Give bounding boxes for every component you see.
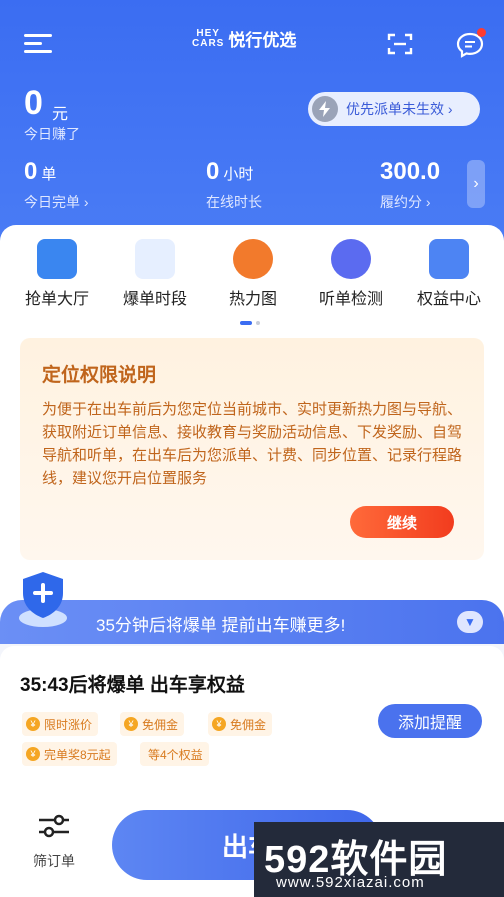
grab-order-icon bbox=[37, 239, 77, 279]
tools-panel: 抢单大厅 爆单时段 热力图 听单检测 权益中心 定位权限说明 为便于在出车前后为… bbox=[0, 225, 504, 625]
brand-logo: HEY CARS bbox=[192, 27, 225, 49]
priority-dispatch-button[interactable]: 优先派单未生效 › bbox=[308, 92, 480, 126]
unread-dot bbox=[477, 28, 486, 37]
chevron-right-icon[interactable]: › bbox=[467, 160, 485, 208]
tool-benefits[interactable]: 权益中心 bbox=[404, 239, 494, 309]
filter-orders-button[interactable]: 筛订单 bbox=[26, 814, 82, 871]
stat-online-hours: 0 小时 在线时长 bbox=[206, 158, 262, 210]
notice-title: 定位权限说明 bbox=[42, 365, 157, 386]
card-title: 35:43后将爆单 出车享权益 bbox=[20, 675, 245, 696]
fire-icon bbox=[233, 239, 273, 279]
lightning-icon bbox=[312, 96, 338, 122]
filter-icon bbox=[39, 814, 69, 838]
menu-icon[interactable] bbox=[24, 34, 52, 54]
wave-icon bbox=[331, 239, 371, 279]
watermark: 592软件园 www.592xiazai.com bbox=[254, 822, 504, 897]
tool-order-detect[interactable]: 听单检测 bbox=[306, 239, 396, 309]
benefit-tag: ¥ 完单奖8元起 bbox=[22, 742, 117, 766]
banner-text: 35分钟后将爆单 提前出车赚更多! bbox=[96, 616, 346, 635]
today-earn-value: 0 bbox=[24, 84, 43, 122]
crown-icon bbox=[429, 239, 469, 279]
continue-button[interactable]: 继续 bbox=[350, 506, 454, 538]
coin-icon: ¥ bbox=[26, 747, 40, 761]
location-permission-notice: 定位权限说明 为便于在出车前后为您定位当前城市、实时更新热力图与导航、获取附近订… bbox=[20, 338, 484, 560]
coin-icon: ¥ bbox=[212, 717, 226, 731]
priority-text: 优先派单未生效 › bbox=[346, 101, 453, 117]
notice-body: 为便于在出车前后为您定位当前城市、实时更新热力图与导航、获取附近订单信息、接收教… bbox=[42, 401, 463, 487]
brand: HEY CARS 悦行优选 bbox=[192, 26, 296, 51]
shield-icon[interactable] bbox=[10, 566, 76, 632]
watermark-url: www.592xiazai.com bbox=[276, 874, 425, 891]
benefit-tag: ¥ 免佣金 bbox=[208, 712, 273, 736]
chevron-down-icon[interactable]: ▼ bbox=[457, 611, 483, 633]
today-earn-label: 今日赚了 bbox=[24, 126, 80, 142]
benefit-tag-more[interactable]: 等4个权益 bbox=[140, 742, 209, 766]
tool-peak-hours[interactable]: 爆单时段 bbox=[110, 239, 200, 309]
scan-icon[interactable] bbox=[387, 32, 413, 56]
stat-performance-score[interactable]: 300.0 履约分 › bbox=[380, 158, 444, 212]
coin-icon: ¥ bbox=[124, 717, 138, 731]
tool-grab-order[interactable]: 抢单大厅 bbox=[12, 239, 102, 309]
brand-name: 悦行优选 bbox=[228, 31, 297, 50]
coin-icon: ¥ bbox=[26, 717, 40, 731]
benefit-tag: ¥ 免佣金 bbox=[120, 712, 185, 736]
today-earn-unit: 元 bbox=[52, 106, 69, 123]
page-indicator bbox=[240, 321, 260, 325]
add-reminder-button[interactable]: 添加提醒 bbox=[378, 704, 482, 738]
weather-icon bbox=[135, 239, 175, 279]
stat-completed-orders[interactable]: 0单 今日完单 › bbox=[24, 158, 89, 212]
tool-heatmap[interactable]: 热力图 bbox=[208, 239, 298, 309]
benefit-tag: ¥ 限时涨价 bbox=[22, 712, 99, 736]
